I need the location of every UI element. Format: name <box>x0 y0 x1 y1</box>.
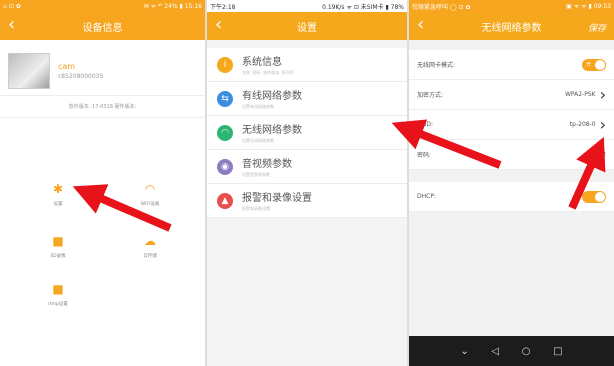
wifi-icon: ◠ <box>217 124 233 141</box>
status-bar: ▫ ⊡ ✿ ✉ ᯤ ᵃˡˡ 24% ▮ 15:16 <box>0 0 205 12</box>
item-title: 有线网络参数 <box>242 91 302 102</box>
settings-item-audio-video[interactable]: ◉ 音视频参数 设置音视频参数 <box>207 150 407 184</box>
password-row[interactable]: 密码: 12 <box>409 140 614 170</box>
save-button[interactable]: 保存 <box>588 21 606 34</box>
item-subtitle: 设置无线网络参数 <box>242 138 274 143</box>
encryption-value: WPA2-PSK <box>564 91 596 98</box>
status-right: ✉ ᯤ ᵃˡˡ 24% ▮ 15:16 <box>143 3 202 10</box>
function-settings[interactable]: ✱ 设置 <box>38 180 78 207</box>
toggle-state: 开 <box>586 61 592 68</box>
chevron-right-icon: › <box>599 114 606 134</box>
settings-item-wireless-network[interactable]: ◠ 无线网络参数 设置无线网络参数 <box>207 116 407 150</box>
settings-screen: 下午2:18 0.19K/s ᯤ ⊡ 未SIM卡 ▮ 78% ‹ 设置 i 系统… <box>207 0 407 366</box>
item-title: 系统信息 <box>242 57 282 68</box>
camera-thumbnail <box>8 52 50 89</box>
title-bar: ‹ 设置 <box>207 12 407 40</box>
row-label: 无线网卡模式: <box>417 62 456 69</box>
nav-back-icon[interactable]: ◁ <box>491 346 499 357</box>
status-right: 0.19K/s ᯤ ⊡ 未SIM卡 ▮ 78% <box>322 3 404 11</box>
function-label: 云存储 <box>143 254 157 259</box>
function-sd-record[interactable]: ■ SD录像 <box>38 232 78 259</box>
back-arrow-icon[interactable]: ‹ <box>8 16 15 34</box>
function-rtmp[interactable]: ■ rtmp设置 <box>38 280 78 307</box>
dhcp-toggle[interactable] <box>582 190 606 203</box>
settings-list: i 系统信息 名称, 密码, 软件版本, 序列号 ⇆ 有线网络参数 设置有线网络… <box>207 48 407 218</box>
chevron-right-icon: › <box>599 84 606 104</box>
item-title: 报警和录像设置 <box>242 193 312 204</box>
ssid-value: tp-208-0 <box>569 121 596 128</box>
dhcp-section: DHCP: <box>409 182 614 212</box>
item-subtitle: 报警和录像设置 <box>242 206 270 211</box>
row-label: DHCP: <box>417 193 436 200</box>
cloud-icon: ☁ <box>144 234 156 248</box>
device-card[interactable]: cam c8520800003S <box>0 46 205 96</box>
status-right: ▣ ᯤ ᯤ ▮ 09:53 <box>566 3 611 10</box>
function-wifi-device[interactable]: ◠ WIFI设备 <box>130 180 170 207</box>
usb-icon: ⇆ <box>217 90 233 107</box>
function-label: WIFI设备 <box>140 202 160 207</box>
alarm-icon: ▲ <box>217 192 233 209</box>
video-icon: ■ <box>52 282 64 296</box>
settings-item-system-info[interactable]: i 系统信息 名称, 密码, 软件版本, 序列号 <box>207 48 407 82</box>
media-icon: ◉ <box>217 158 233 175</box>
function-label: 设置 <box>53 202 63 207</box>
dhcp-row: DHCP: <box>409 182 614 212</box>
wifi-icon: ◠ <box>144 182 156 196</box>
toggle-knob <box>595 59 605 70</box>
back-arrow-icon[interactable]: ‹ <box>417 16 424 34</box>
status-left: 下午2:18 <box>210 3 236 11</box>
page-title: 无线网络参数 <box>481 22 542 34</box>
wireless-settings-screen: 仅限紧急呼叫 ◯ ⊡ ✿ ▣ ᯤ ᯤ ▮ 09:53 ‹ 无线网络参数 保存 无… <box>409 0 614 366</box>
item-subtitle: 设置音视频参数 <box>242 172 270 177</box>
ssid-row[interactable]: SSID: tp-208-0 › <box>409 110 614 140</box>
nav-recents-icon[interactable]: □ <box>553 346 562 357</box>
encryption-row[interactable]: 加密方式: WPA2-PSK › <box>409 80 614 110</box>
page-title: 设备信息 <box>82 22 123 34</box>
version-info: 软件版本: 17-0318 硬件版本: <box>0 96 205 118</box>
item-subtitle: 名称, 密码, 软件版本, 序列号 <box>242 70 294 75</box>
wifi-mode-row: 无线网卡模式: 开 <box>409 50 614 80</box>
info-icon: i <box>217 56 233 73</box>
title-bar: ‹ 无线网络参数 保存 <box>409 12 614 40</box>
status-bar: 仅限紧急呼叫 ◯ ⊡ ✿ ▣ ᯤ ᯤ ▮ 09:53 <box>409 0 614 12</box>
back-arrow-icon[interactable]: ‹ <box>215 16 222 34</box>
wireless-params-list: 无线网卡模式: 开 加密方式: WPA2-PSK › SSID: tp-208-… <box>409 50 614 170</box>
function-cloud-storage[interactable]: ☁ 云存储 <box>130 232 170 259</box>
function-label: SD录像 <box>50 254 66 259</box>
video-icon: ■ <box>52 234 64 248</box>
gear-icon: ✱ <box>52 182 64 196</box>
row-label: SSID: <box>417 121 434 128</box>
title-bar: ‹ 设备信息 <box>0 12 205 40</box>
device-info-screen: ▫ ⊡ ✿ ✉ ᯤ ᵃˡˡ 24% ▮ 15:16 ‹ 设备信息 cam c85… <box>0 0 205 366</box>
status-left: ▫ ⊡ ✿ <box>3 2 21 10</box>
page-title: 设置 <box>297 22 317 34</box>
status-left: 仅限紧急呼叫 ◯ ⊡ ✿ <box>412 3 471 11</box>
device-serial: c8520800003S <box>58 72 104 80</box>
row-label: 密码: <box>417 152 432 159</box>
status-bar: 下午2:18 0.19K/s ᯤ ⊡ 未SIM卡 ▮ 78% <box>207 0 407 12</box>
item-title: 音视频参数 <box>242 159 292 170</box>
settings-item-wired-network[interactable]: ⇆ 有线网络参数 设置有线网络参数 <box>207 82 407 116</box>
nav-home-icon[interactable]: ○ <box>522 346 531 357</box>
android-nav-bar: ⌄ ◁ ○ □ <box>409 336 614 366</box>
item-subtitle: 设置有线网络参数 <box>242 104 274 109</box>
row-label: 加密方式: <box>417 92 444 99</box>
toggle-knob <box>595 191 605 202</box>
function-label: rtmp设置 <box>48 302 68 307</box>
device-name: cam <box>58 61 76 71</box>
wifi-mode-toggle[interactable]: 开 <box>582 58 606 71</box>
settings-item-alarm-record[interactable]: ▲ 报警和录像设置 报警和录像设置 <box>207 184 407 218</box>
nav-down-icon[interactable]: ⌄ <box>460 346 468 357</box>
password-value: 12 <box>598 151 606 158</box>
item-title: 无线网络参数 <box>242 125 302 136</box>
screenshot-collage: ▫ ⊡ ✿ ✉ ᯤ ᵃˡˡ 24% ▮ 15:16 ‹ 设备信息 cam c85… <box>0 0 614 366</box>
